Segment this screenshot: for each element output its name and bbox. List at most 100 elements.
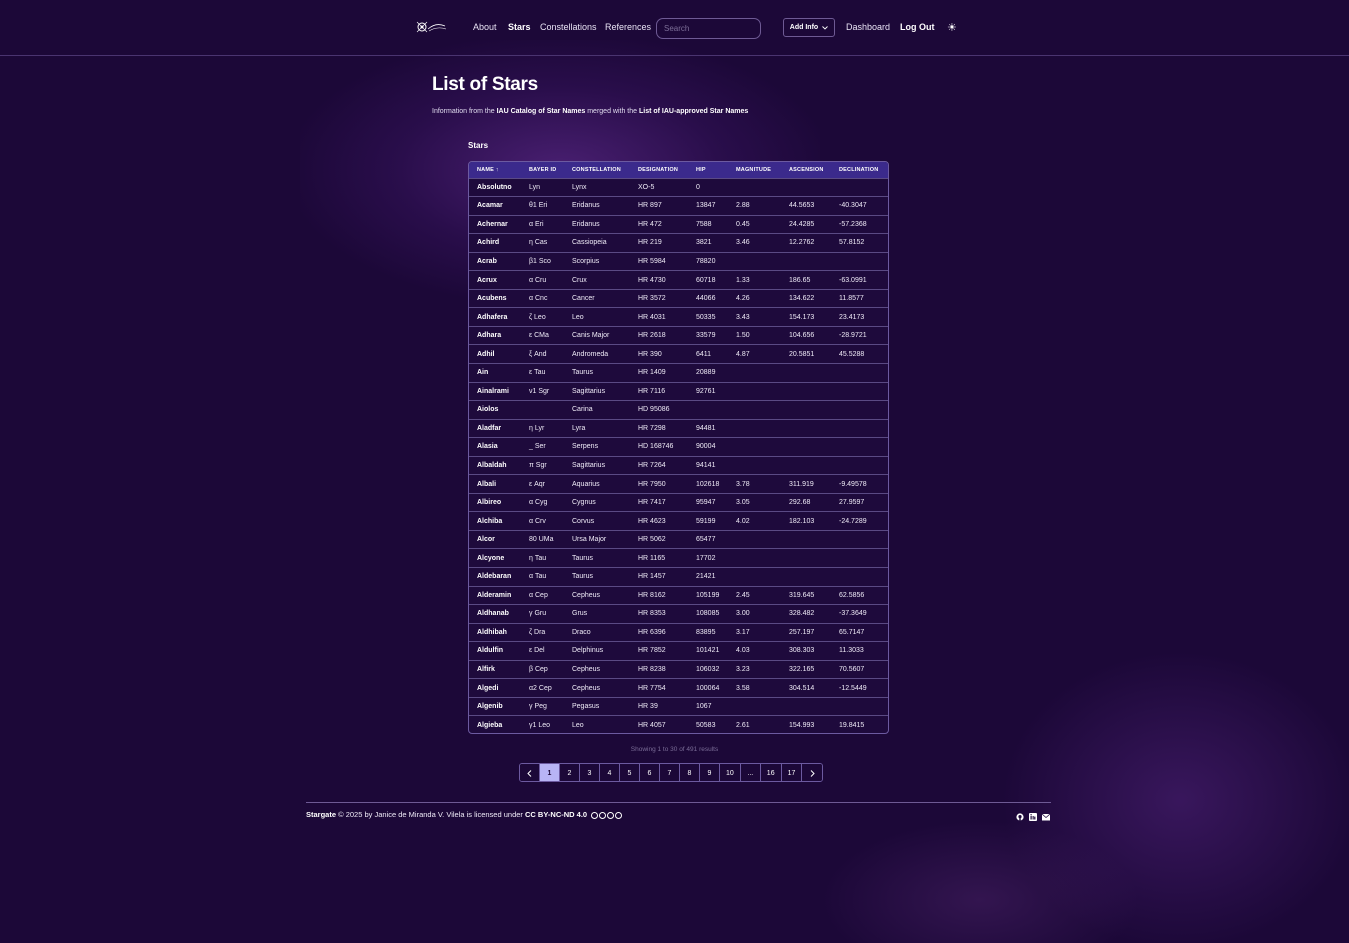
table-row[interactable]: Achird η Cas Cassiopeia HR 219 3821 3.46 12.27… bbox=[469, 233, 888, 253]
table-cell: 3.05 bbox=[736, 499, 750, 507]
page-button[interactable]: 8 bbox=[680, 764, 700, 781]
table-row[interactable]: Acubens α Cnc Cancer HR 3572 44066 4.26 134.62… bbox=[469, 289, 888, 308]
table-row[interactable]: Adhil ξ And Andromeda HR 390 6411 4.87 20.5851… bbox=[469, 344, 888, 364]
page-button[interactable]: 4 bbox=[600, 764, 620, 781]
table-cell: -12.5449 bbox=[839, 684, 867, 692]
table-cell: Aquarius bbox=[572, 480, 600, 488]
github-icon[interactable] bbox=[1016, 813, 1024, 821]
nav-link-about[interactable]: About bbox=[473, 22, 497, 32]
table-row[interactable]: Alcyone η Tau Taurus HR 1165 17702 bbox=[469, 548, 888, 568]
table-row[interactable]: Achernar α Eri Eridanus HR 472 7588 0.45 24.42… bbox=[469, 215, 888, 234]
table-row[interactable]: Albireo α Cyg Cygnus HR 7417 95947 3.05 292.68… bbox=[469, 493, 888, 512]
table-cell: 45.5288 bbox=[839, 350, 865, 358]
table-row[interactable]: Alasia _ Ser Serpens HD 168746 90004 bbox=[469, 437, 888, 457]
sun-icon[interactable]: ☀ bbox=[947, 21, 957, 34]
mail-icon[interactable] bbox=[1042, 813, 1050, 821]
table-cell: ε Aqr bbox=[529, 480, 545, 488]
table-cell: 3.17 bbox=[736, 628, 750, 636]
table-cell: α Cep bbox=[529, 591, 548, 599]
page-button[interactable]: 6 bbox=[640, 764, 660, 781]
table-row[interactable]: Aladfar η Lyr Lyra HR 7298 94481 bbox=[469, 419, 888, 438]
page-button[interactable]: 9 bbox=[700, 764, 720, 781]
table-cell: Eridanus bbox=[572, 202, 600, 210]
table-row[interactable]: Alcor 80 UMa Ursa Major HR 5062 65477 bbox=[469, 530, 888, 549]
table-cell: 13847 bbox=[696, 202, 716, 210]
page-button[interactable]: 1 bbox=[540, 764, 560, 781]
page-button[interactable]: 5 bbox=[620, 764, 640, 781]
page-button[interactable]: 17 bbox=[781, 764, 803, 781]
table-cell: 154.993 bbox=[789, 721, 815, 729]
table-cell: HR 1165 bbox=[638, 554, 666, 562]
table-cell: 3.46 bbox=[736, 239, 750, 247]
table-row[interactable]: Alchiba α Crv Corvus HR 4623 59199 4.02 182.10… bbox=[469, 511, 888, 531]
table-cell: 3.00 bbox=[736, 610, 750, 618]
table-row[interactable]: Alfirk β Cep Cepheus HR 8238 106032 3.23 322.1… bbox=[469, 660, 888, 679]
star-name-cell: Ainalrami bbox=[477, 387, 509, 395]
chevron-right-icon[interactable] bbox=[802, 764, 823, 781]
table-cell: 11.8577 bbox=[839, 295, 864, 303]
table-row[interactable]: Acamar θ1 Eri Eridanus HR 897 13847 2.88 44.56… bbox=[469, 196, 888, 216]
table-cell: 80 UMa bbox=[529, 536, 554, 544]
page-button[interactable]: 7 bbox=[660, 764, 680, 781]
table-cell: 3821 bbox=[696, 239, 712, 247]
table-row[interactable]: Aldebaran α Tau Taurus HR 1457 21421 bbox=[469, 567, 888, 586]
logo[interactable] bbox=[414, 16, 448, 38]
table-header-row: NAME ↑ BAYER ID CONSTELLATION DESIGNATION HI… bbox=[469, 162, 888, 178]
by-icon bbox=[599, 811, 607, 819]
table-cell: 17702 bbox=[696, 554, 716, 562]
nav-link-dashboard[interactable]: Dashboard bbox=[846, 22, 890, 32]
page-button[interactable]: 16 bbox=[760, 764, 782, 781]
table-row[interactable]: Ainalrami ν1 Sgr Sagittarius HR 7116 92761 bbox=[469, 382, 888, 401]
page-button[interactable]: 10 bbox=[720, 764, 741, 781]
table-row[interactable]: Ain ε Tau Taurus HR 1409 20889 bbox=[469, 363, 888, 382]
page-button[interactable]: 2 bbox=[560, 764, 580, 781]
table-cell bbox=[781, 456, 831, 475]
table-cell: η Tau bbox=[529, 554, 547, 562]
table-cell: 105199 bbox=[696, 591, 720, 599]
star-name-cell: Aldhibah bbox=[477, 628, 507, 636]
source-info-prefix: Information from the bbox=[432, 108, 497, 115]
add-info-dropdown[interactable]: Add Info bbox=[783, 18, 835, 37]
nav-link-constellations[interactable]: Constellations bbox=[540, 22, 597, 32]
table-cell bbox=[728, 363, 781, 382]
table-row[interactable]: Algieba γ1 Leo Leo HR 4057 50583 2.61 154.993 1… bbox=[469, 715, 888, 733]
table-cell: Serpens bbox=[572, 443, 599, 451]
column-header[interactable]: NAME ↑ bbox=[469, 162, 521, 178]
table-row[interactable]: Aldhibah ζ Dra Draco HR 6396 83895 3.17 257.19… bbox=[469, 623, 888, 642]
table-cell: -28.9721 bbox=[839, 332, 867, 340]
table-row[interactable]: Aldulfin ε Del Delphinus HR 7852 101421 4.03 3… bbox=[469, 641, 888, 661]
table-row[interactable]: Absolutno Lyn Lynx XO-5 0 bbox=[469, 178, 888, 197]
license-link[interactable]: CC BY-NC-ND 4.0 bbox=[525, 810, 587, 819]
chevron-left-icon[interactable] bbox=[520, 764, 540, 781]
table-row[interactable]: Acrux α Cru Crux HR 4730 60718 1.33 186.65 -63.… bbox=[469, 270, 888, 290]
table-cell: 6411 bbox=[696, 350, 712, 358]
nav-link-references[interactable]: References bbox=[605, 22, 651, 32]
table-cell: 11.3033 bbox=[839, 647, 864, 655]
table-cell: Cepheus bbox=[572, 684, 601, 692]
table-row[interactable]: Albaldah π Sgr Sagittarius HR 7264 94141 bbox=[469, 456, 888, 475]
table-row[interactable]: Algedi α2 Cep Cepheus HR 7754 100064 3.58 304.… bbox=[469, 678, 888, 698]
table-cell: 27.9597 bbox=[839, 499, 865, 507]
table-cell bbox=[781, 567, 831, 586]
table-cell: 3.43 bbox=[736, 313, 750, 321]
table-row[interactable]: Aiolos Carina HD 95086 bbox=[469, 400, 888, 420]
nav-link-stars[interactable]: Stars bbox=[508, 22, 531, 32]
table-row[interactable]: Adhara ε CMa Canis Major HR 2618 33579 1.50 10… bbox=[469, 326, 888, 345]
table-cell: α Cyg bbox=[529, 499, 548, 507]
search-input[interactable] bbox=[656, 18, 761, 39]
table-row[interactable]: Albali ε Aqr Aquarius HR 7950 102618 3.78 311.… bbox=[469, 474, 888, 494]
table-cell: 104.656 bbox=[789, 332, 815, 340]
table-row[interactable]: Aldhanab γ Gru Grus HR 8353 108085 3.00 328.48… bbox=[469, 604, 888, 624]
table-cell: HR 1409 bbox=[638, 369, 666, 377]
logout-link[interactable]: Log Out bbox=[900, 22, 935, 32]
table-row[interactable]: Adhafera ζ Leo Leo HR 4031 50335 3.43 154.173 2… bbox=[469, 307, 888, 327]
table-row[interactable]: Alderamin α Cep Cepheus HR 8162 105199 2.45 31… bbox=[469, 586, 888, 605]
table-row[interactable]: Acrab β1 Sco Scorpius HR 5984 78820 bbox=[469, 252, 888, 271]
table-row[interactable]: Algenib γ Peg Pegasus HR 39 1067 bbox=[469, 697, 888, 716]
table-cell: Draco bbox=[572, 628, 591, 636]
table-cell: 60718 bbox=[696, 276, 716, 284]
page-title: List of Stars bbox=[432, 74, 538, 95]
table-cell: η Lyr bbox=[529, 424, 545, 432]
linkedin-icon[interactable] bbox=[1029, 813, 1037, 821]
page-button[interactable]: 3 bbox=[580, 764, 600, 781]
